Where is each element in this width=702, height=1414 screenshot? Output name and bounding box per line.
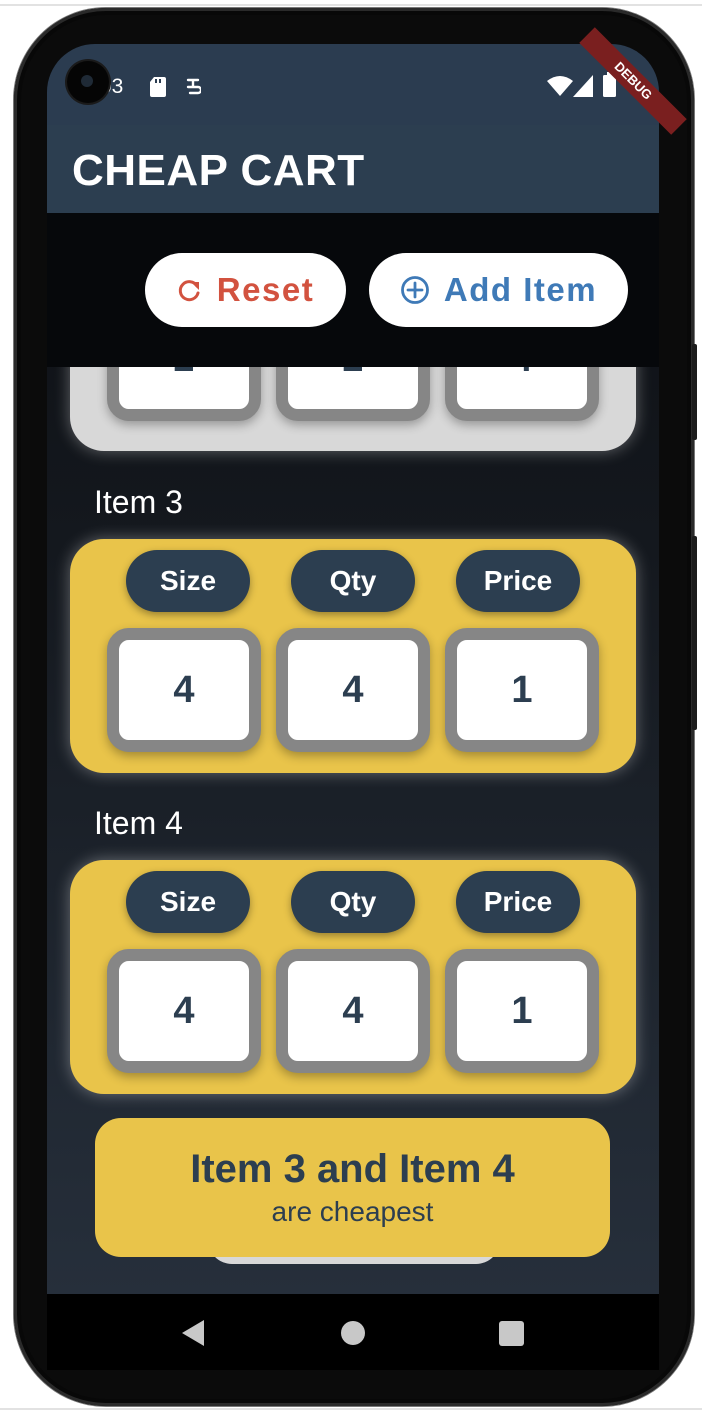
item-label: Item 3: [94, 484, 183, 520]
frame-top-line: [0, 4, 702, 6]
item-label: Item 4: [94, 805, 183, 841]
size-header: Size: [126, 550, 250, 612]
home-icon[interactable]: [340, 1320, 366, 1346]
price-field[interactable]: 1: [445, 949, 599, 1073]
reset-label: Reset: [216, 271, 315, 308]
result-title: Item 3 and Item 4: [190, 1147, 515, 1191]
price-header: Price: [456, 871, 580, 933]
frame-bottom-line: [0, 1408, 702, 1410]
size-field[interactable]: 4: [107, 949, 261, 1073]
price-header: Price: [456, 550, 580, 612]
back-icon[interactable]: [180, 1319, 206, 1347]
price-field[interactable]: 1: [445, 628, 599, 752]
add-item-label: Add Item: [443, 271, 598, 308]
qty-field[interactable]: 4: [276, 949, 430, 1073]
wifi-icon: [547, 76, 573, 96]
accessibility-icon: [186, 78, 201, 95]
size-header: Size: [126, 871, 250, 933]
refresh-icon: [178, 280, 200, 302]
recents-icon[interactable]: [499, 1321, 524, 1346]
front-camera: [67, 61, 109, 103]
qty-field[interactable]: 4: [276, 628, 430, 752]
add-circle-icon: [401, 276, 429, 304]
result-subtitle: are cheapest: [271, 1196, 434, 1227]
qty-header: Qty: [291, 550, 415, 612]
signal-icon: [573, 75, 593, 97]
volume-button: [692, 344, 697, 440]
app-title: CHEAP CART: [72, 146, 365, 195]
add-item-button[interactable]: Add Item: [369, 253, 628, 327]
power-button: [692, 536, 697, 730]
sd-card-icon: [150, 77, 166, 97]
reset-button[interactable]: Reset: [145, 253, 346, 327]
size-field[interactable]: 4: [107, 628, 261, 752]
result-card: Item 3 and Item 4 are cheapest: [95, 1118, 610, 1257]
qty-header: Qty: [291, 871, 415, 933]
